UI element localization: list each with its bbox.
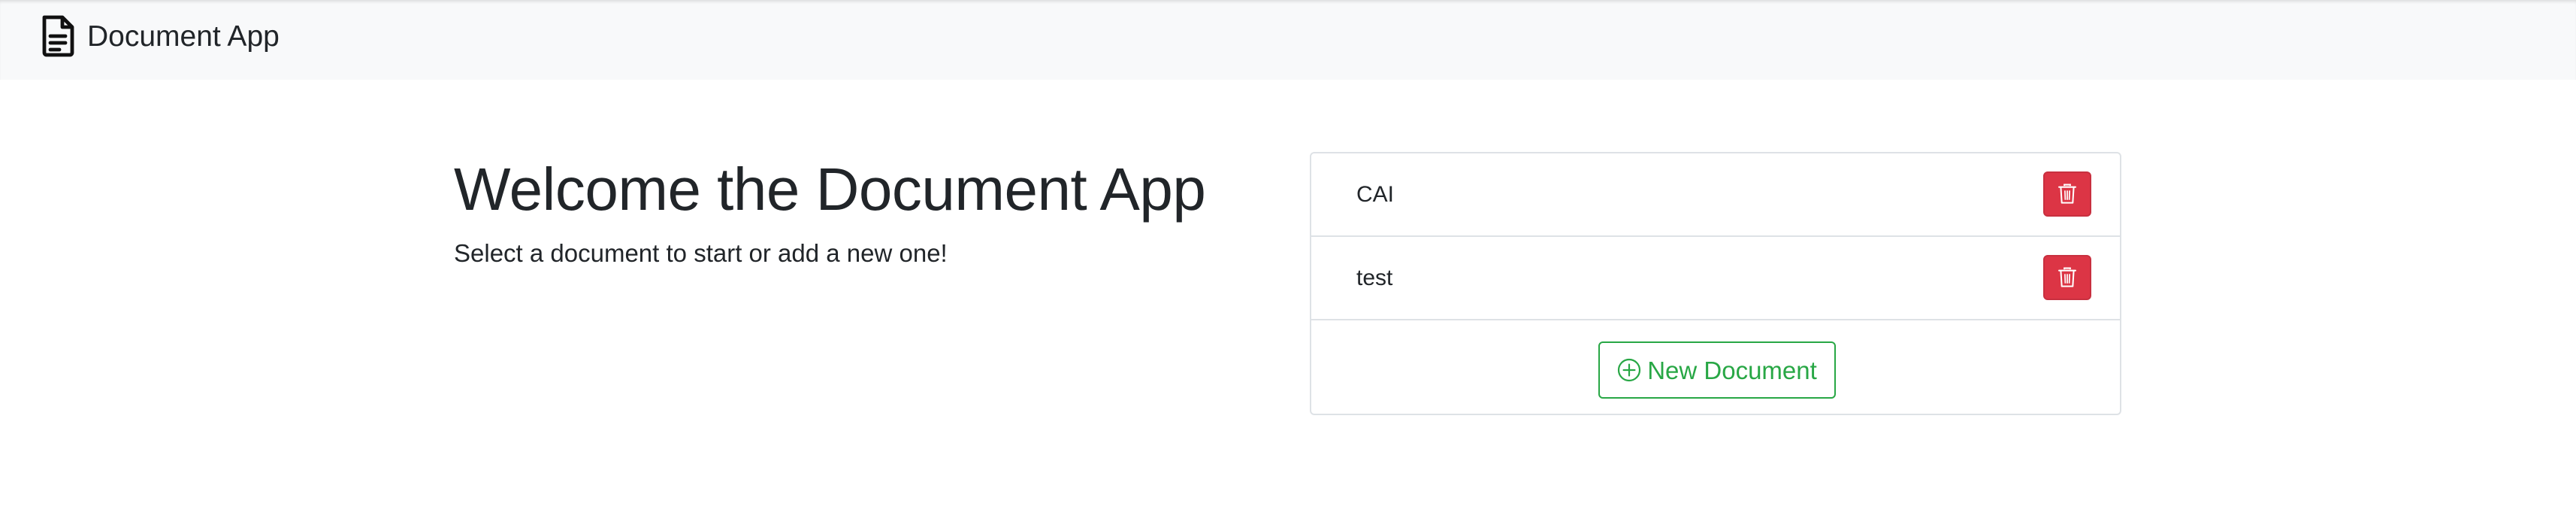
welcome-section: Welcome the Document App Select a docume… bbox=[454, 147, 1280, 271]
page-subtitle: Select a document to start or add a new … bbox=[454, 239, 948, 267]
document-list: CAI test New Document bbox=[1310, 152, 2121, 415]
new-document-button[interactable]: New Document bbox=[1598, 341, 1836, 399]
page-title: Welcome the Document App bbox=[454, 156, 1206, 223]
document-name: CAI bbox=[1356, 182, 1395, 207]
document-name: test bbox=[1356, 266, 1393, 290]
trash-icon bbox=[2057, 267, 2077, 288]
brand-link[interactable]: Document App bbox=[39, 15, 280, 57]
new-document-label: New Document bbox=[1647, 356, 1817, 384]
new-document-area: New Document bbox=[1311, 320, 2120, 414]
brand-label: Document App bbox=[87, 20, 280, 53]
document-item[interactable]: test bbox=[1311, 237, 2120, 320]
trash-icon bbox=[2057, 184, 2077, 205]
plus-circle-icon bbox=[1617, 358, 1641, 382]
navbar: Document App bbox=[0, 0, 2576, 80]
delete-document-button[interactable] bbox=[2043, 255, 2091, 300]
document-item[interactable]: CAI bbox=[1311, 153, 2120, 237]
delete-document-button[interactable] bbox=[2043, 171, 2091, 217]
file-text-icon bbox=[39, 15, 77, 57]
